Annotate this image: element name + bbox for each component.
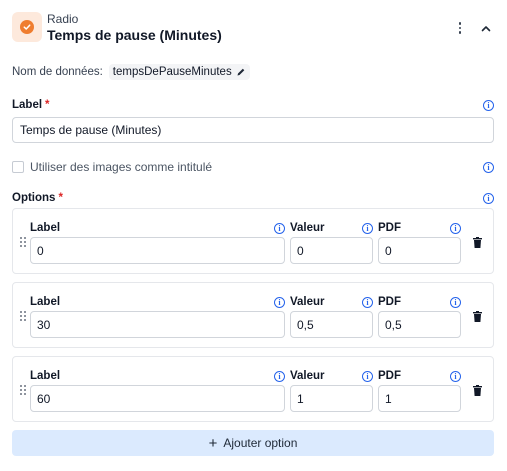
drag-handle-icon[interactable] xyxy=(20,237,26,247)
chevron-up-icon[interactable] xyxy=(478,20,494,36)
drag-handle-icon[interactable] xyxy=(20,385,26,395)
drag-handle-icon[interactable] xyxy=(20,311,26,321)
info-icon[interactable]: i xyxy=(483,100,494,111)
option-pdf-header: PDF xyxy=(378,222,401,234)
option-label-header: Label xyxy=(30,222,61,234)
option-value-input[interactable]: 0 xyxy=(290,237,373,264)
check-circle-icon xyxy=(20,20,34,34)
use-images-row: Utiliser des images comme intitulé xyxy=(12,160,212,174)
option-card: Label i Valeur i PDF i 60 1 1 xyxy=(12,356,494,422)
label-field-label: Label * xyxy=(12,99,50,111)
option-pdf-input[interactable]: 0,5 xyxy=(378,311,461,338)
option-value-input[interactable]: 1 xyxy=(290,385,373,412)
info-icon[interactable]: i xyxy=(483,162,494,173)
field-type-label: Radio xyxy=(47,12,79,26)
info-icon[interactable]: i xyxy=(483,193,494,204)
info-icon[interactable]: i xyxy=(274,371,285,382)
info-icon[interactable]: i xyxy=(450,223,461,234)
trash-icon[interactable] xyxy=(473,237,482,248)
option-label-input[interactable]: 0 xyxy=(30,237,285,264)
add-option-button[interactable]: + Ajouter option xyxy=(12,430,494,456)
info-icon[interactable]: i xyxy=(362,223,373,234)
field-header: Radio Temps de pause (Minutes) xyxy=(12,8,497,48)
options-label-text: Options xyxy=(12,192,56,204)
data-name-value: tempsDePauseMinutes xyxy=(112,66,232,78)
option-value-header: Valeur xyxy=(290,296,325,308)
info-icon[interactable]: i xyxy=(450,297,461,308)
trash-icon[interactable] xyxy=(473,385,482,396)
label-input[interactable]: Temps de pause (Minutes) xyxy=(12,117,494,143)
option-pdf-input[interactable]: 1 xyxy=(378,385,461,412)
option-card: Label i Valeur i PDF i 0 0 0 xyxy=(12,208,494,274)
option-pdf-header: PDF xyxy=(378,370,401,382)
option-card: Label i Valeur i PDF i 30 0,5 0,5 xyxy=(12,282,494,348)
data-name-row: Nom de données: tempsDePauseMinutes xyxy=(12,64,250,80)
pencil-icon[interactable] xyxy=(236,67,246,77)
info-icon[interactable]: i xyxy=(362,371,373,382)
option-pdf-input[interactable]: 0 xyxy=(378,237,461,264)
add-option-label: Ajouter option xyxy=(223,436,298,450)
plus-icon: + xyxy=(208,434,218,452)
option-pdf-header: PDF xyxy=(378,296,401,308)
option-value-header: Valeur xyxy=(290,370,325,382)
data-name-label: Nom de données: xyxy=(12,66,103,78)
field-title: Temps de pause (Minutes) xyxy=(47,27,222,43)
info-icon[interactable]: i xyxy=(362,297,373,308)
options-label: Options * xyxy=(12,192,63,204)
data-name-chip[interactable]: tempsDePauseMinutes xyxy=(108,64,250,80)
info-icon[interactable]: i xyxy=(274,297,285,308)
use-images-label: Utiliser des images comme intitulé xyxy=(30,160,213,174)
radio-type-badge xyxy=(12,12,42,42)
option-label-input[interactable]: 60 xyxy=(30,385,285,412)
option-label-header: Label xyxy=(30,296,61,308)
option-label-header: Label xyxy=(30,370,61,382)
option-value-input[interactable]: 0,5 xyxy=(290,311,373,338)
info-icon[interactable]: i xyxy=(450,371,461,382)
more-vertical-icon[interactable] xyxy=(454,20,466,36)
option-label-input[interactable]: 30 xyxy=(30,311,285,338)
trash-icon[interactable] xyxy=(473,311,482,322)
info-icon[interactable]: i xyxy=(274,223,285,234)
use-images-checkbox[interactable] xyxy=(12,161,24,173)
label-field-text: Label xyxy=(12,99,43,111)
required-mark: * xyxy=(58,192,63,204)
option-value-header: Valeur xyxy=(290,222,325,234)
required-mark: * xyxy=(45,99,50,111)
